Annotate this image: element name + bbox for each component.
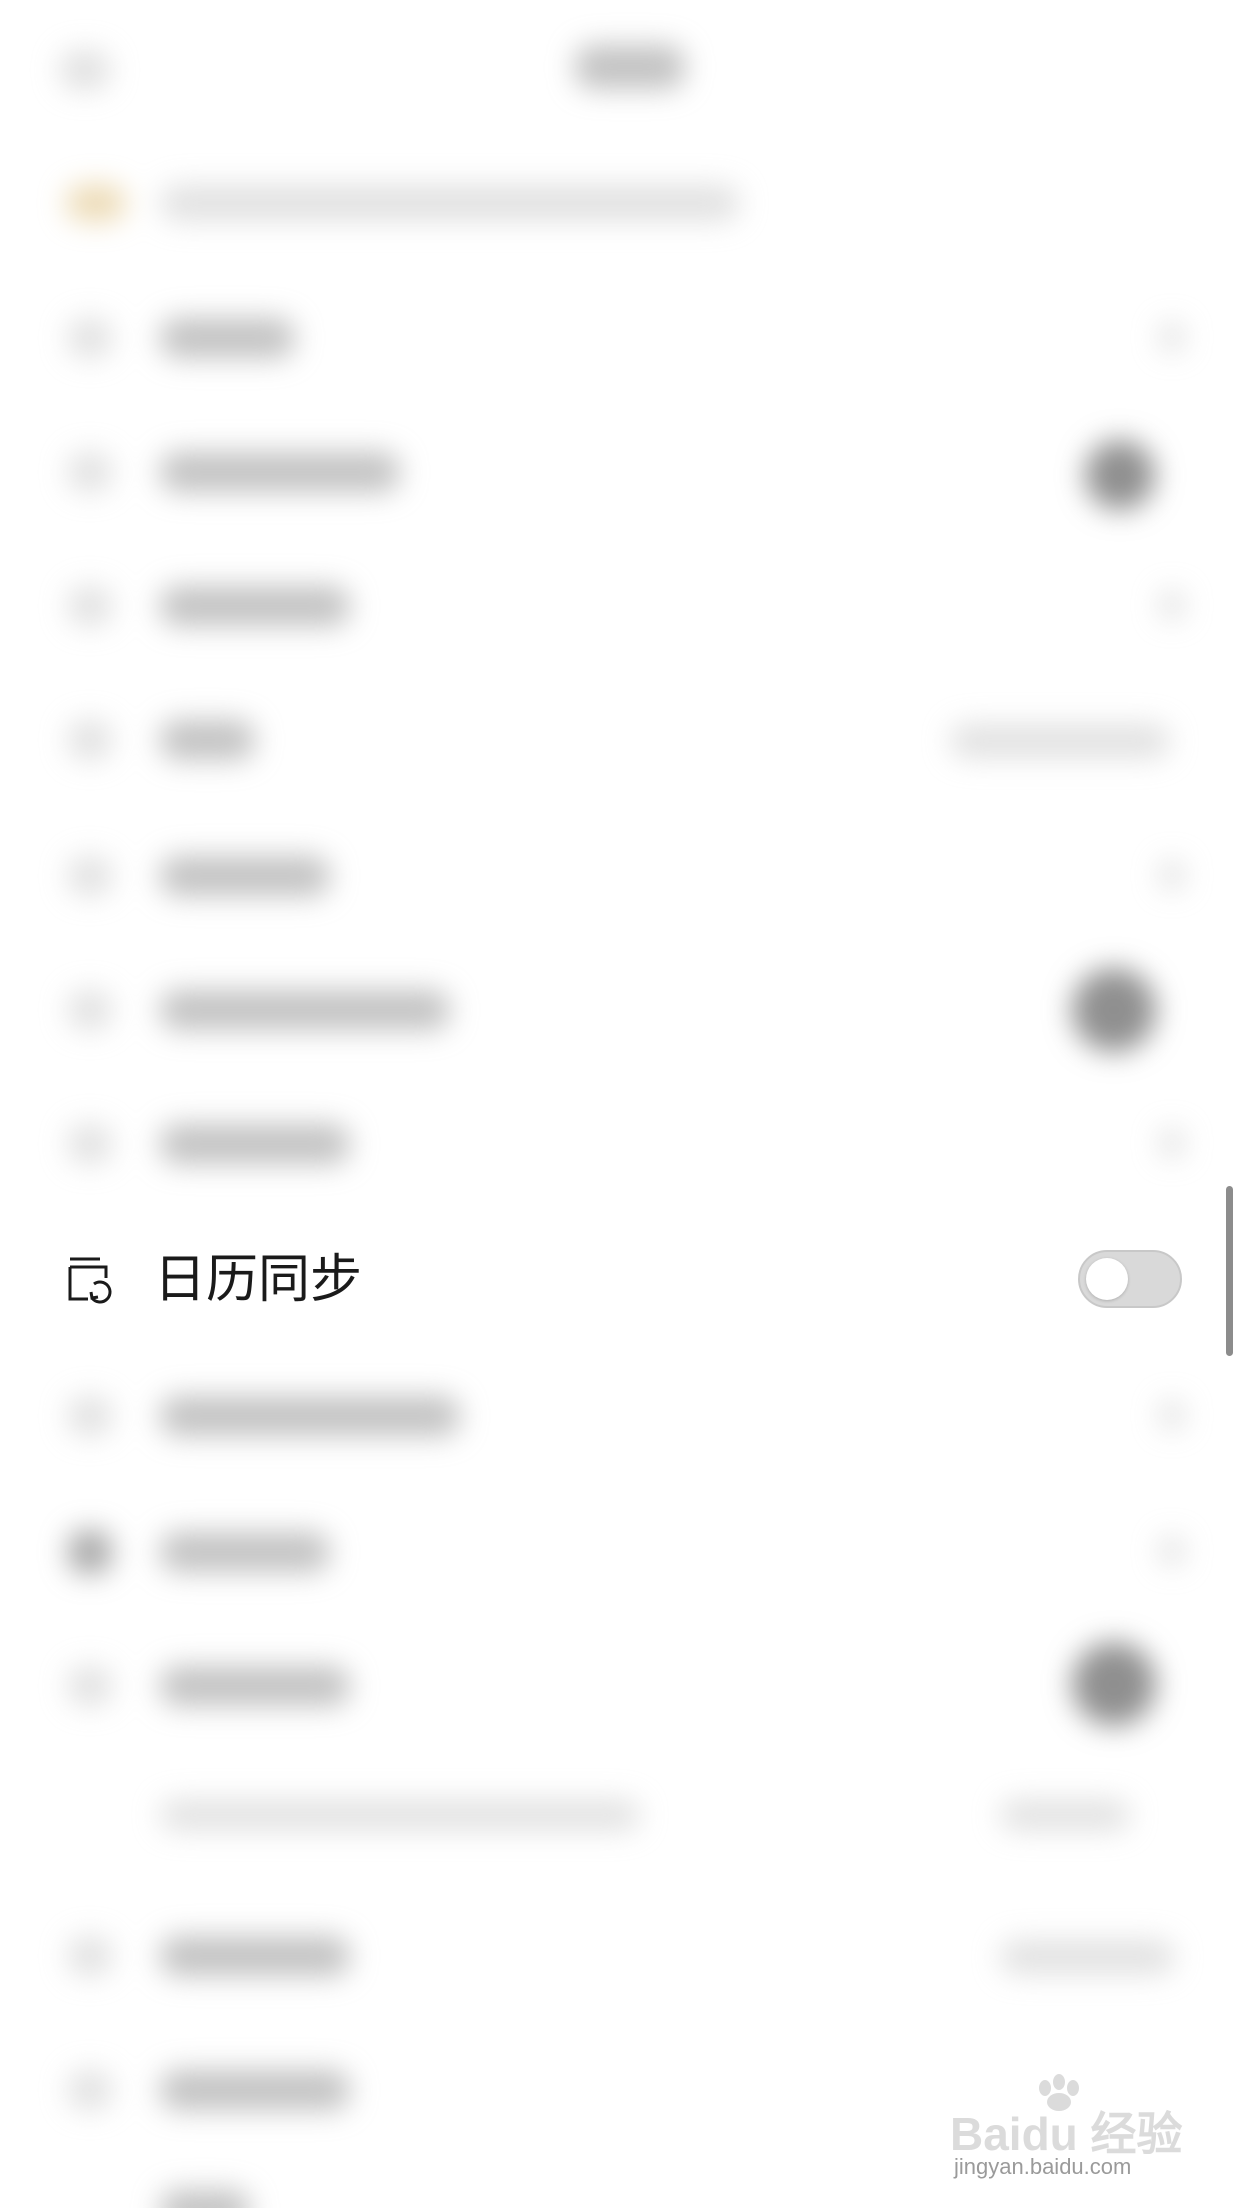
blurred-row-label <box>160 1532 330 1572</box>
scrollbar-thumb[interactable] <box>1226 1186 1233 1356</box>
blurred-row-value <box>1000 1800 1130 1830</box>
blurred-row-chevron <box>1160 322 1184 352</box>
blurred-row-icon <box>68 1396 112 1436</box>
blurred-row-value <box>950 724 1170 758</box>
blurred-row-icon <box>68 1666 112 1706</box>
blurred-row-label <box>160 452 400 492</box>
blurred-row-icon <box>68 452 112 492</box>
blurred-row-icon <box>68 856 112 896</box>
settings-screen: 日历同步 Baidu 经验 jingyan.baidu.com <box>0 0 1242 2208</box>
blurred-row-icon <box>68 318 112 358</box>
blurred-row-chevron <box>1160 860 1184 890</box>
blurred-row-icon <box>68 1124 112 1164</box>
blurred-back-icon <box>60 50 110 90</box>
blurred-row-label <box>160 720 255 760</box>
blurred-row-label <box>160 1666 350 1706</box>
blurred-title <box>575 45 685 89</box>
blurred-row-label <box>160 856 330 896</box>
blurred-row-icon <box>68 2070 112 2110</box>
blurred-row-label <box>160 2190 250 2208</box>
blurred-row-icon <box>68 586 112 626</box>
blurred-row-label <box>160 2070 350 2110</box>
watermark-logo-text: Baidu 经验 <box>950 2108 1183 2160</box>
watermark-url: jingyan.baidu.com <box>954 2154 1132 2179</box>
blurred-row-label <box>160 1396 460 1436</box>
blurred-toggle <box>1072 1642 1156 1726</box>
blurred-row-label <box>160 1124 350 1164</box>
blurred-row-chevron <box>1160 1536 1184 1566</box>
blurred-row-icon <box>68 1530 112 1574</box>
blurred-row-icon <box>68 1936 112 1976</box>
blurred-row-chevron <box>1160 1400 1184 1430</box>
blurred-row-label <box>160 318 295 358</box>
calendar-sync-row[interactable]: 日历同步 <box>0 1228 1242 1332</box>
calendar-sync-toggle[interactable] <box>1078 1250 1182 1308</box>
blurred-row-subtext <box>160 1800 640 1830</box>
blurred-notice-text <box>160 185 740 221</box>
calendar-sync-icon <box>64 1254 116 1306</box>
blurred-row-label <box>160 1936 350 1976</box>
blurred-toggle <box>1085 440 1155 510</box>
blurred-row-value <box>1000 1940 1175 1974</box>
blurred-row-label <box>160 990 450 1030</box>
blurred-row-icon <box>68 990 112 1030</box>
blurred-settings-list <box>0 0 1242 2208</box>
blurred-notice-icon <box>66 185 126 221</box>
blurred-row-label <box>160 586 350 626</box>
blurred-toggle <box>1072 968 1156 1052</box>
blurred-row-chevron <box>1160 590 1184 620</box>
blurred-row-icon <box>68 720 112 760</box>
toggle-knob <box>1086 1258 1128 1300</box>
calendar-sync-label: 日历同步 <box>154 1250 363 1310</box>
blurred-row-chevron <box>1160 1128 1184 1158</box>
